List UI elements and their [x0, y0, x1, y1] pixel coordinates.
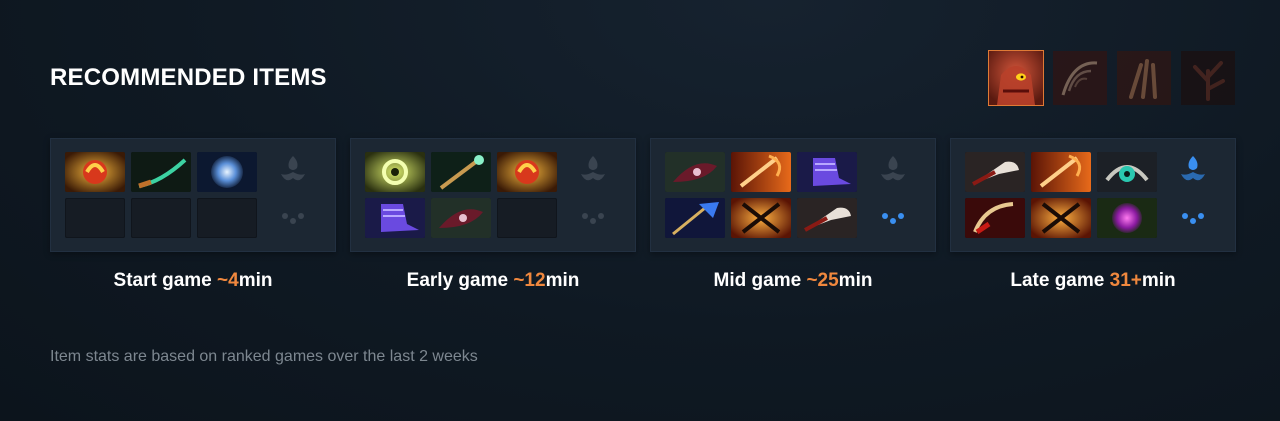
footer-note: Item stats are based on ranked games ove…: [50, 348, 478, 365]
stage-start-game: Start game ~4min: [50, 138, 336, 292]
faerie-fire-icon[interactable]: [65, 152, 125, 192]
item-panel: [650, 138, 936, 252]
stage-label: Mid game ~25min: [713, 270, 873, 291]
item-panel: [350, 138, 636, 252]
skull-basher-icon[interactable]: [797, 198, 857, 238]
neutral-token-icon: [276, 154, 310, 188]
claw-icon: [1117, 51, 1171, 105]
page-title: RECOMMENDED ITEMS: [50, 64, 327, 91]
stage-early-game: Early game ~12min: [350, 138, 636, 292]
facet-claw[interactable]: [1116, 50, 1172, 106]
empty-item-slot: [197, 198, 257, 238]
empty-item-slot: [497, 198, 557, 238]
stage-late-game: Late game 31+min: [950, 138, 1236, 292]
octarine-core-icon[interactable]: [1097, 198, 1157, 238]
empty-item-slot: [65, 198, 125, 238]
facet-selector: [988, 50, 1236, 106]
neutral-tier-icon: [876, 201, 910, 235]
magic-wand-icon[interactable]: [431, 152, 491, 192]
stage-mid-game: Mid game ~25min: [650, 138, 936, 292]
magic-stick-icon[interactable]: [131, 152, 191, 192]
eye-of-skadi-icon[interactable]: [1097, 152, 1157, 192]
crossed-swords-icon[interactable]: [731, 198, 791, 238]
battle-fury-icon[interactable]: [731, 152, 791, 192]
hero-portrait-icon: [989, 51, 1043, 105]
stage-label: Start game ~4min: [113, 270, 273, 291]
crossed-swords-icon[interactable]: [1031, 198, 1091, 238]
dagon-icon[interactable]: [665, 198, 725, 238]
ring-of-basilius-icon[interactable]: [365, 152, 425, 192]
boots-of-travel-icon[interactable]: [797, 152, 857, 192]
blight-stone-icon[interactable]: [665, 152, 725, 192]
battle-fury-icon[interactable]: [1031, 152, 1091, 192]
stage-label: Early game ~12min: [406, 270, 580, 291]
blight-stone-icon[interactable]: [431, 198, 491, 238]
orb-of-frost-icon[interactable]: [197, 152, 257, 192]
neutral-tier-icon: [1176, 201, 1210, 235]
item-panel: [950, 138, 1236, 252]
skull-basher-icon[interactable]: [965, 152, 1025, 192]
empty-item-slot: [131, 198, 191, 238]
stage-label: Late game 31+min: [1010, 270, 1176, 291]
facet-tree[interactable]: [1180, 50, 1236, 106]
neutral-token-icon: [1176, 154, 1210, 188]
boots-of-travel-icon[interactable]: [365, 198, 425, 238]
item-panel: [50, 138, 336, 252]
facet-ribcage[interactable]: [1052, 50, 1108, 106]
sange-icon[interactable]: [965, 198, 1025, 238]
neutral-tier-icon: [576, 201, 610, 235]
neutral-token-icon: [576, 154, 610, 188]
neutral-tier-icon: [276, 201, 310, 235]
ribcage-icon: [1053, 51, 1107, 105]
tree-icon: [1181, 51, 1235, 105]
facet-hero-portrait[interactable]: [988, 50, 1044, 106]
neutral-token-icon: [876, 154, 910, 188]
faerie-fire-icon[interactable]: [497, 152, 557, 192]
